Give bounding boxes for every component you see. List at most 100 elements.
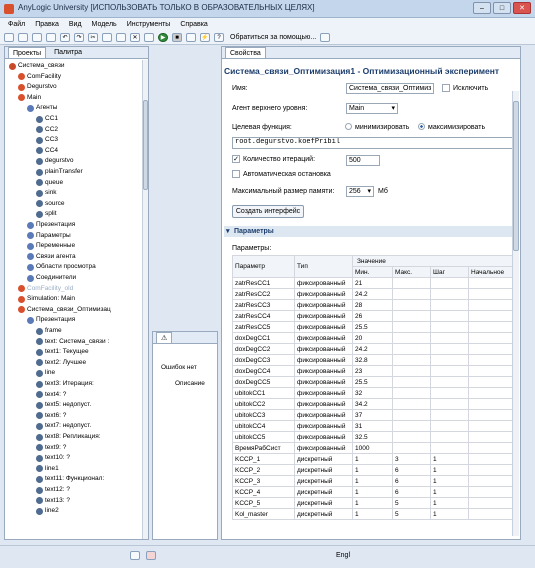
tree-item[interactable]: Области просмотра — [27, 262, 96, 272]
table-cell[interactable]: 34.2 — [352, 398, 393, 410]
cut-icon[interactable]: ✂ — [88, 33, 98, 42]
menu-model[interactable]: Модель — [92, 21, 117, 28]
table-cell[interactable] — [467, 409, 517, 421]
help-button[interactable]: Обратиться за помощью... — [230, 34, 316, 41]
table-cell[interactable]: 1000 — [352, 442, 393, 454]
tree-item[interactable]: text3: Итерация: — [36, 379, 94, 389]
table-cell[interactable]: фиксированный — [294, 321, 353, 333]
table-row[interactable]: ubitokCC5 фиксированный 32.5 — [232, 431, 517, 443]
name-input[interactable]: Система_связи_Оптимиз — [346, 83, 434, 94]
delete-icon[interactable]: ✕ — [130, 33, 140, 42]
table-cell[interactable]: KCCP_4 — [232, 486, 295, 498]
close-icon[interactable]: ✕ — [513, 2, 531, 14]
table-cell[interactable]: фиксированный — [294, 332, 353, 344]
tree-scrollbar[interactable] — [142, 60, 148, 539]
table-cell[interactable]: 1 — [352, 508, 393, 520]
table-cell[interactable] — [392, 420, 431, 432]
menu-tools[interactable]: Инструменты — [127, 21, 171, 28]
table-cell[interactable]: 1 — [430, 486, 469, 498]
build-icon[interactable] — [144, 33, 154, 42]
table-cell[interactable]: 32.5 — [352, 431, 393, 443]
tree-item[interactable]: CC2 — [36, 125, 58, 135]
tree-item[interactable]: text6: ? — [36, 411, 66, 421]
tree-item[interactable]: Агенты — [27, 103, 57, 113]
tree-item[interactable]: text4: ? — [36, 390, 66, 400]
settings-icon[interactable] — [320, 33, 331, 42]
table-cell[interactable] — [467, 277, 517, 289]
zoom-icon[interactable] — [186, 33, 196, 42]
table-cell[interactable] — [467, 508, 517, 520]
tree-item[interactable]: Параметры — [27, 231, 71, 241]
table-cell[interactable] — [430, 354, 469, 366]
minimize-radio[interactable] — [345, 123, 352, 130]
table-cell[interactable]: фиксированный — [294, 420, 353, 432]
table-cell[interactable] — [392, 398, 431, 410]
tree-item[interactable]: CC1 — [36, 114, 58, 124]
col-header-value[interactable]: Значение — [351, 255, 517, 267]
table-cell[interactable] — [430, 343, 469, 355]
table-cell[interactable]: 6 — [392, 464, 431, 476]
table-cell[interactable]: 1 — [430, 453, 469, 465]
tree-item[interactable]: Система_связи_Оптимизац — [18, 305, 111, 315]
table-cell[interactable]: 1 — [430, 497, 469, 509]
table-cell[interactable]: дискретный — [294, 464, 353, 476]
table-cell[interactable]: 25.5 — [352, 321, 393, 333]
table-row[interactable]: doxDegCC1 фиксированный 20 — [232, 332, 517, 344]
table-cell[interactable] — [467, 299, 517, 311]
tree-item[interactable]: degurstvo — [36, 156, 74, 166]
tree-item[interactable]: Переменные — [27, 241, 75, 251]
save-icon[interactable] — [32, 33, 42, 42]
tree-item[interactable]: text12: ? — [36, 485, 70, 495]
col-header-param[interactable]: Параметр — [232, 255, 295, 278]
table-cell[interactable] — [430, 398, 469, 410]
maximize-icon[interactable]: □ — [493, 2, 511, 14]
table-cell[interactable] — [467, 420, 517, 432]
table-cell[interactable] — [430, 310, 469, 322]
table-cell[interactable]: фиксированный — [294, 431, 353, 443]
table-cell[interactable]: фиксированный — [294, 365, 353, 377]
table-cell[interactable]: doxDegCC4 — [232, 365, 295, 377]
tree-item[interactable]: text7: недопуст. — [36, 421, 91, 431]
table-cell[interactable]: фиксированный — [294, 376, 353, 388]
table-cell[interactable] — [467, 453, 517, 465]
table-cell[interactable] — [392, 431, 431, 443]
table-cell[interactable] — [392, 299, 431, 311]
memory-select[interactable]: 256 ▾ — [346, 186, 374, 197]
table-cell[interactable]: 1 — [430, 508, 469, 520]
table-cell[interactable]: 5 — [392, 497, 431, 509]
table-cell[interactable]: 37 — [352, 409, 393, 421]
tree-item[interactable]: Соединители — [27, 273, 76, 283]
table-cell[interactable]: ВремяРабСист — [232, 442, 295, 454]
tree-item[interactable]: frame — [36, 326, 62, 336]
table-cell[interactable] — [392, 409, 431, 421]
tree-item[interactable]: text10: ? — [36, 453, 70, 463]
table-row[interactable]: ubitokCC4 фиксированный 31 — [232, 420, 517, 432]
table-cell[interactable] — [467, 442, 517, 454]
table-cell[interactable]: фиксированный — [294, 310, 353, 322]
table-row[interactable]: doxDegCC5 фиксированный 25.5 — [232, 376, 517, 388]
lightning-icon[interactable]: ⚡ — [200, 33, 210, 42]
tree-item[interactable]: CC4 — [36, 146, 58, 156]
table-cell[interactable] — [467, 376, 517, 388]
table-cell[interactable] — [430, 376, 469, 388]
table-row[interactable]: ВремяРабСист фиксированный 1000 — [232, 442, 517, 454]
table-row[interactable]: KCCP_4 дискретный 1 6 1 — [232, 486, 517, 498]
table-cell[interactable]: 31 — [352, 420, 393, 432]
table-cell[interactable] — [392, 277, 431, 289]
table-cell[interactable]: дискретный — [294, 497, 353, 509]
menu-file[interactable]: Файл — [8, 21, 25, 28]
table-cell[interactable]: doxDegCC1 — [232, 332, 295, 344]
run-icon[interactable]: ▶ — [158, 33, 168, 42]
tree-scrollbar-thumb[interactable] — [143, 100, 148, 190]
tree-item[interactable]: CC3 — [36, 135, 58, 145]
table-cell[interactable] — [430, 420, 469, 432]
table-cell[interactable]: фиксированный — [294, 387, 353, 399]
table-cell[interactable]: KCCP_3 — [232, 475, 295, 487]
tree-item[interactable]: Связи агента — [27, 252, 76, 262]
top-agent-select[interactable]: Main ▾ — [346, 103, 398, 114]
copy-icon[interactable] — [102, 33, 112, 42]
table-row[interactable]: KCCP_5 дискретный 1 5 1 — [232, 497, 517, 509]
problems-tab-icon[interactable]: ⚠ — [156, 332, 173, 343]
tab-palette[interactable]: Палитра — [50, 47, 86, 58]
help-icon[interactable]: ? — [214, 33, 224, 42]
